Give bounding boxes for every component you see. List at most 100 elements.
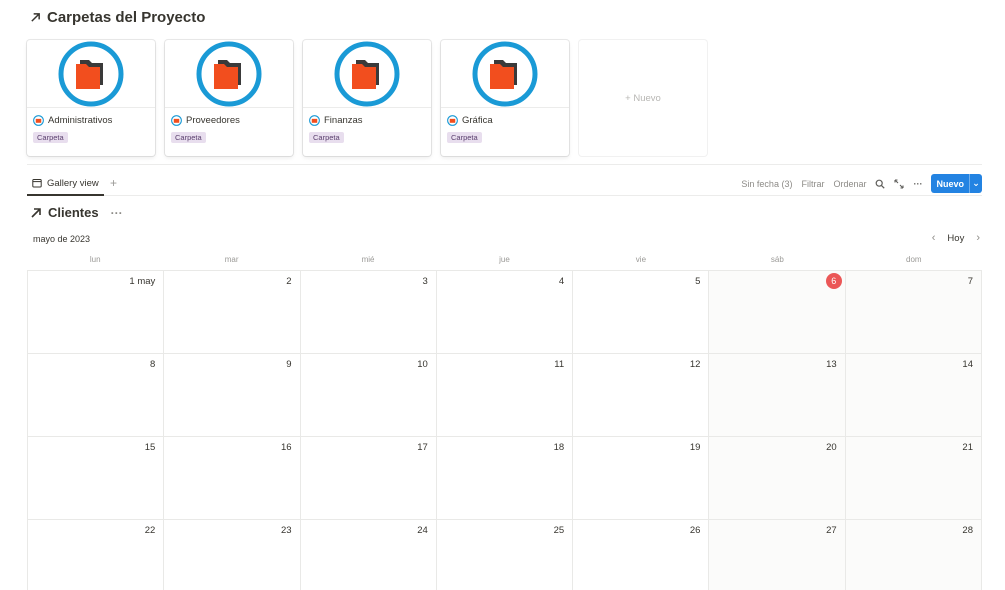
- filter-button[interactable]: Filtrar: [801, 179, 824, 189]
- calendar-title[interactable]: Clientes ···: [30, 205, 123, 220]
- tab-gallery-view[interactable]: Gallery view: [27, 172, 104, 196]
- folder-icon: [33, 115, 44, 126]
- card-tag: Carpeta: [447, 132, 482, 143]
- day-number: 2: [286, 276, 292, 287]
- calendar-day-cell[interactable]: 13: [709, 354, 846, 437]
- more-options-button[interactable]: ···: [913, 179, 922, 189]
- calendar-day-cell[interactable]: 10: [300, 354, 437, 437]
- gallery-title[interactable]: Carpetas del Proyecto: [30, 9, 205, 26]
- gallery-card-grafica[interactable]: Gráfica Carpeta: [441, 40, 569, 156]
- weekday-label: jue: [499, 255, 510, 264]
- next-month-button[interactable]: ›: [976, 232, 980, 244]
- search-icon[interactable]: [875, 179, 886, 189]
- card-tag: Carpeta: [309, 132, 344, 143]
- folder-badge-icon: [334, 41, 400, 106]
- calendar-day-cell[interactable]: 28: [845, 520, 982, 590]
- day-number: 18: [553, 442, 565, 453]
- folder-badge-icon: [472, 41, 538, 106]
- weekday-label: mié: [361, 255, 375, 264]
- add-view-button[interactable]: +: [110, 176, 117, 190]
- folder-badge-icon: [58, 41, 124, 106]
- prev-month-button[interactable]: ‹: [932, 232, 936, 244]
- calendar-grid: 1 may 2 3 4 5 6 7 8 9 10 11 12 13 14 15 16 17 18 19 20 21 22 2…: [27, 270, 982, 590]
- no-date-button[interactable]: Sin fecha (3): [741, 179, 792, 189]
- calendar-day-cell[interactable]: 26: [573, 520, 710, 590]
- day-number: 16: [280, 442, 292, 453]
- calendar-day-cell[interactable]: 23: [164, 520, 301, 590]
- calendar-day-cell[interactable]: 12: [573, 354, 710, 437]
- card-title: Gráfica: [462, 115, 493, 126]
- calendar-title-text: Clientes: [48, 205, 99, 220]
- weekday-header: lun mar mié jue vie sáb dom: [27, 255, 982, 269]
- weekday-label: dom: [906, 255, 922, 264]
- day-number: 21: [962, 442, 973, 453]
- divider: [27, 164, 982, 165]
- weekday-label: lun: [89, 255, 101, 264]
- card-cover: [165, 40, 293, 108]
- calendar-day-cell[interactable]: 5: [573, 271, 710, 354]
- weekday-label: vie: [635, 255, 647, 264]
- day-number: 1 may: [129, 276, 156, 287]
- gallery-new-label: + Nuevo: [625, 92, 661, 104]
- calendar-day-cell[interactable]: 21: [845, 437, 982, 520]
- weekday-label: mar: [224, 255, 239, 264]
- new-entry-button[interactable]: Nuevo ⌄: [931, 174, 982, 193]
- calendar-day-cell[interactable]: 1 may: [28, 271, 165, 354]
- day-number: 7: [967, 276, 973, 287]
- card-title: Finanzas: [324, 115, 363, 126]
- day-number: 25: [553, 525, 565, 536]
- day-number: 27: [826, 525, 837, 536]
- month-label: mayo de 2023: [33, 234, 91, 244]
- link-arrow-icon: [31, 207, 41, 218]
- day-number: 4: [558, 276, 565, 287]
- day-number: 17: [417, 442, 428, 453]
- day-number: 3: [422, 276, 428, 287]
- calendar-day-cell[interactable]: 15: [28, 437, 165, 520]
- calendar-day-cell[interactable]: 4: [436, 271, 574, 354]
- sort-button[interactable]: Ordenar: [833, 179, 866, 189]
- card-cover: [27, 40, 155, 108]
- today-button[interactable]: Hoy: [947, 233, 964, 244]
- day-number: 8: [149, 359, 156, 370]
- card-tag: Carpeta: [33, 132, 68, 143]
- chevron-down-icon[interactable]: ⌄: [969, 174, 982, 193]
- day-number: 15: [144, 442, 156, 453]
- calendar-day-cell[interactable]: 19: [573, 437, 710, 520]
- calendar-day-cell[interactable]: 18: [436, 437, 574, 520]
- card-title: Administrativos: [48, 115, 113, 126]
- calendar-more-button[interactable]: ···: [111, 206, 123, 220]
- card-tag: Carpeta: [171, 132, 206, 143]
- calendar-day-cell[interactable]: 2: [164, 271, 301, 354]
- calendar-view-icon: [32, 179, 42, 188]
- calendar-day-cell[interactable]: 24: [300, 520, 437, 590]
- folder-icon: [171, 115, 182, 126]
- link-arrow-icon: [31, 13, 40, 22]
- calendar-day-cell[interactable]: 11: [436, 354, 574, 437]
- today-date-badge: 6: [825, 273, 842, 289]
- card-cover: [441, 40, 569, 108]
- calendar-day-cell[interactable]: 20: [709, 437, 846, 520]
- calendar-day-cell[interactable]: 9: [164, 354, 301, 437]
- weekday-label: sáb: [770, 255, 784, 264]
- calendar-day-cell[interactable]: 3: [300, 271, 437, 354]
- gallery-card-finanzas[interactable]: Finanzas Carpeta: [303, 40, 431, 156]
- folder-icon: [447, 115, 458, 126]
- day-number: 20: [826, 442, 837, 453]
- calendar-day-cell[interactable]: 17: [300, 437, 437, 520]
- gallery-card-proveedores[interactable]: Proveedores Carpeta: [165, 40, 293, 156]
- calendar-day-cell[interactable]: 8: [28, 354, 165, 437]
- calendar-day-cell[interactable]: 16: [164, 437, 301, 520]
- calendar-day-cell[interactable]: 7: [845, 271, 982, 354]
- calendar-day-cell[interactable]: 14: [845, 354, 982, 437]
- day-number: 14: [962, 359, 973, 370]
- calendar-day-cell[interactable]: 27: [709, 520, 846, 590]
- calendar-day-cell[interactable]: 25: [436, 520, 574, 590]
- calendar-day-cell[interactable]: 6: [709, 271, 846, 354]
- tab-label: Gallery view: [47, 177, 99, 189]
- gallery-card-administrativos[interactable]: Administrativos Carpeta: [27, 40, 155, 156]
- expand-icon[interactable]: [894, 178, 905, 189]
- calendar-day-cell[interactable]: 22: [28, 520, 165, 590]
- gallery-new-card-button[interactable]: + Nuevo: [579, 40, 707, 156]
- card-cover: [303, 40, 431, 108]
- day-number: 22: [144, 525, 156, 536]
